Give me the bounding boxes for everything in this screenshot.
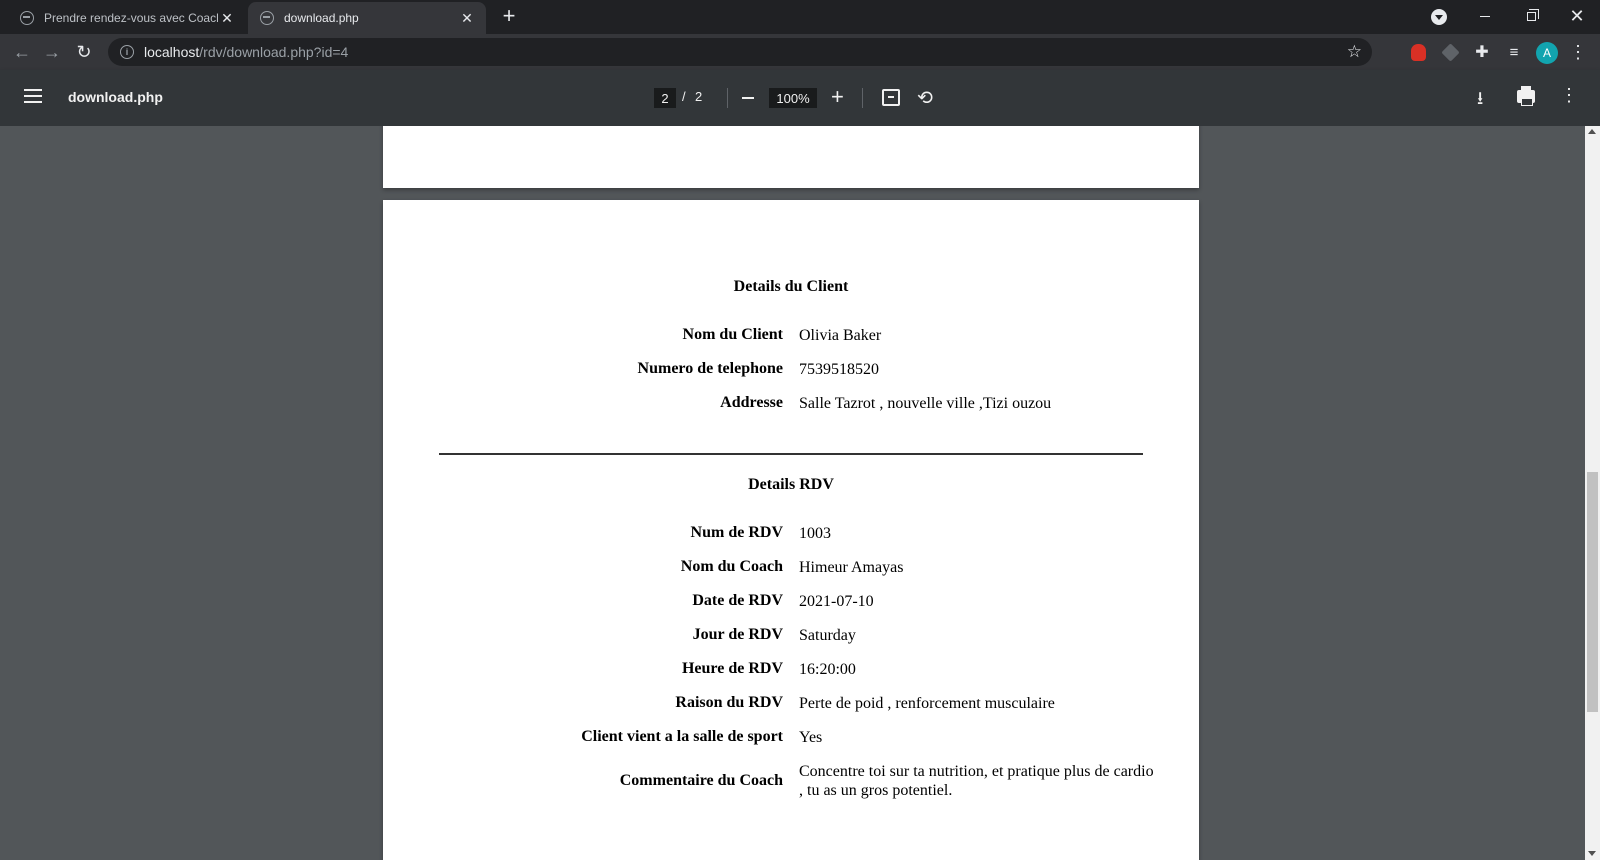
zoom-level-input[interactable]: 100% <box>769 88 817 108</box>
scroll-down-icon[interactable] <box>1588 851 1596 856</box>
browser-toolbar: ← → ↻ i localhost/rdv/download.php?id=4 … <box>0 34 1600 70</box>
field-value: Yes <box>799 729 823 746</box>
zoom-in-icon[interactable]: + <box>831 85 844 109</box>
fit-page-icon[interactable] <box>882 89 900 106</box>
page-separator: / <box>682 89 686 104</box>
new-tab-button[interactable]: + <box>498 5 520 28</box>
tab-coach[interactable]: Prendre rendez-vous avec Coach ✕ <box>8 2 246 34</box>
field-label: Heure de RDV <box>681 660 783 677</box>
field-label: Num de RDV <box>690 524 783 541</box>
field-label: Addresse <box>720 394 783 411</box>
url-path: /rdv/download.php?id=4 <box>199 44 349 60</box>
pdf-toolbar: download.php 2 / 2 100% + ⟲ ⭳ ⋮ <box>0 70 1600 126</box>
media-control-icon[interactable]: ≡ <box>1504 42 1524 62</box>
forward-icon[interactable]: → <box>38 38 66 66</box>
divider <box>727 88 728 108</box>
field-value: Himeur Amayas <box>799 559 904 576</box>
section-divider <box>439 453 1143 455</box>
reload-icon[interactable]: ↻ <box>70 38 98 66</box>
minimize-icon <box>1480 15 1490 17</box>
field-label: Jour de RDV <box>692 626 783 643</box>
hamburger-icon[interactable] <box>24 89 42 103</box>
extensions-puzzle-icon[interactable]: ✚ <box>1472 42 1492 62</box>
field-value: 7539518520 <box>799 361 879 378</box>
zoom-out-icon[interactable] <box>742 97 754 99</box>
field-value: 1003 <box>799 525 831 542</box>
page-number-input[interactable]: 2 <box>654 88 676 108</box>
field-value: Salle Tazrot , nouvelle ville ,Tizi ouzo… <box>799 395 1052 412</box>
star-icon[interactable]: ☆ <box>1347 42 1362 62</box>
restore-icon <box>1526 8 1539 21</box>
back-icon[interactable]: ← <box>8 38 36 66</box>
rotate-icon[interactable]: ⟲ <box>917 87 933 110</box>
pdf-viewer[interactable]: Details du Client Nom du Client Olivia B… <box>0 126 1600 860</box>
field-label: Numero de telephone <box>637 360 783 377</box>
tab-download[interactable]: download.php ✕ <box>248 2 486 34</box>
download-icon[interactable]: ⭳ <box>1477 86 1483 116</box>
globe-icon <box>260 11 274 25</box>
pdf-page-1 <box>383 126 1199 188</box>
minimize-button[interactable] <box>1462 0 1508 32</box>
profile-avatar[interactable]: A <box>1536 42 1558 64</box>
field-label: Nom du Client <box>682 326 783 343</box>
pdf-title: download.php <box>68 89 163 105</box>
scroll-up-icon[interactable] <box>1588 129 1596 134</box>
tab-search-icon[interactable] <box>1431 9 1447 25</box>
url-host: localhost <box>144 44 200 60</box>
close-icon[interactable]: ✕ <box>218 9 236 27</box>
globe-icon <box>20 11 34 25</box>
client-section-title: Details du Client <box>733 278 849 295</box>
url-text[interactable]: localhost/rdv/download.php?id=4 <box>144 44 348 60</box>
tab-strip: Prendre rendez-vous avec Coach ✕ downloa… <box>0 0 1600 34</box>
close-icon[interactable]: ✕ <box>458 9 476 27</box>
field-value: 2021-07-10 <box>799 593 874 610</box>
print-icon[interactable] <box>1517 86 1535 106</box>
field-value: 16:20:00 <box>799 661 856 678</box>
field-value: Saturday <box>799 627 856 644</box>
address-bar[interactable]: i localhost/rdv/download.php?id=4 ☆ <box>108 38 1372 66</box>
field-value: Olivia Baker <box>799 327 882 344</box>
browser-menu-icon[interactable]: ⋮ <box>1566 40 1590 64</box>
extension-grey-icon[interactable] <box>1440 42 1460 62</box>
page-total: 2 <box>695 89 703 104</box>
restore-button[interactable] <box>1508 0 1554 32</box>
field-label: Date de RDV <box>692 592 783 609</box>
scroll-thumb[interactable] <box>1587 472 1598 712</box>
divider <box>862 88 863 108</box>
tab-title: Prendre rendez-vous avec Coach <box>44 11 218 25</box>
field-value: Concentre toi sur ta nutrition, et prati… <box>799 763 1154 799</box>
field-label: Client vient a la salle de sport <box>581 728 783 745</box>
info-icon[interactable]: i <box>120 45 134 59</box>
close-window-button[interactable]: ✕ <box>1554 0 1600 32</box>
pdf-page-2: Details du Client Nom du Client Olivia B… <box>383 200 1199 860</box>
vertical-scrollbar[interactable] <box>1585 126 1600 860</box>
tab-title: download.php <box>284 11 359 25</box>
field-label: Nom du Coach <box>680 558 783 575</box>
field-value: Perte de poid , renforcement musculaire <box>799 695 1055 712</box>
field-label: Commentaire du Coach <box>619 772 783 789</box>
pdf-more-icon[interactable]: ⋮ <box>1560 85 1578 106</box>
field-label: Raison du RDV <box>675 694 783 711</box>
extension-red-icon[interactable] <box>1408 42 1428 62</box>
rdv-section-title: Details RDV <box>748 476 834 493</box>
